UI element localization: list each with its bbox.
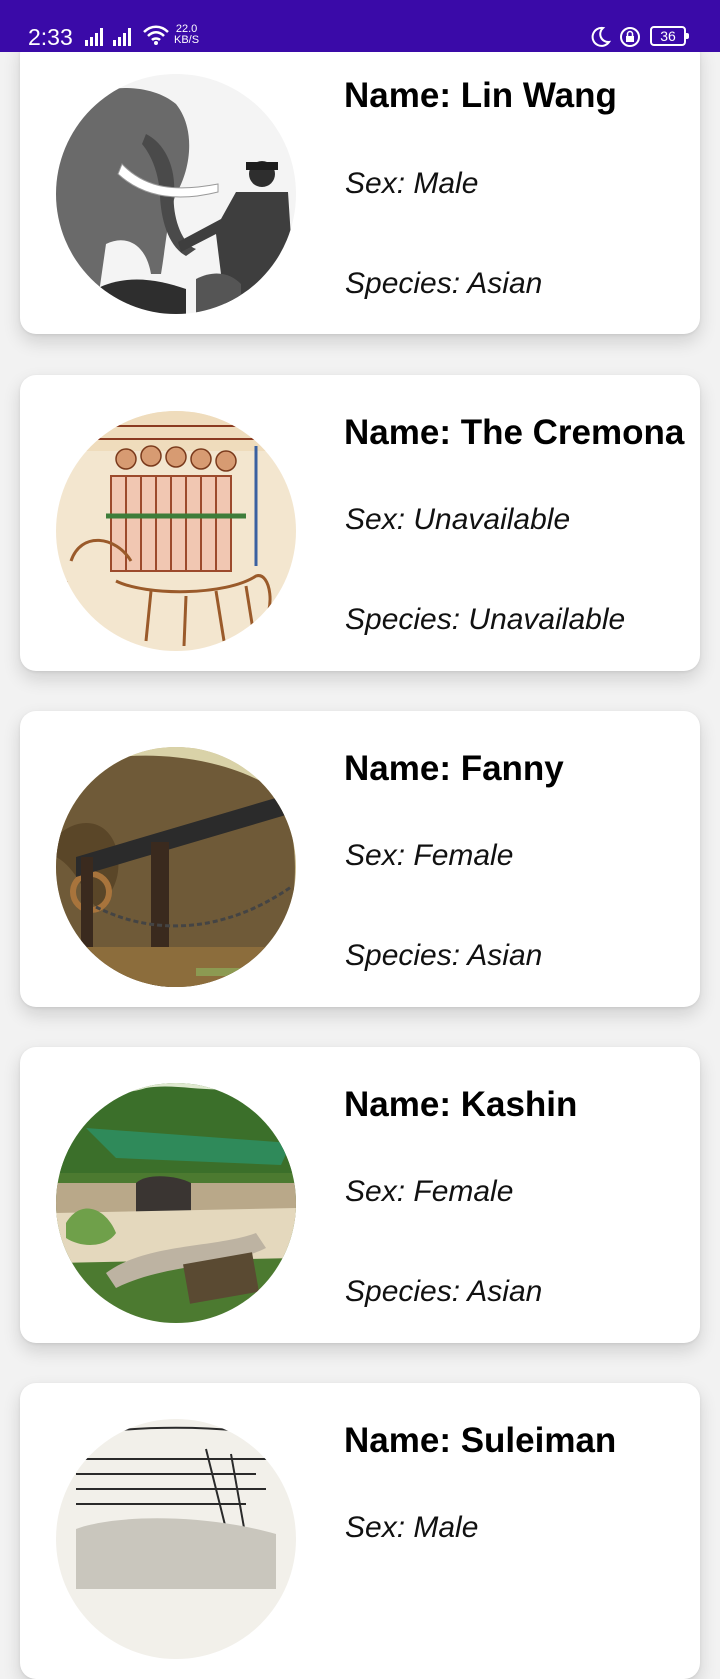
elephant-card[interactable]: Name: Fanny Sex: Female Species: Asian bbox=[20, 711, 700, 1007]
elephant-card[interactable]: Name: Kashin Sex: Female Species: Asian bbox=[20, 1047, 700, 1343]
elephant-species: Species: Asian bbox=[345, 939, 543, 972]
network-speed-unit: KB/S bbox=[174, 34, 200, 46]
elephant-species: Species: Asian bbox=[345, 267, 543, 300]
status-bar: 2:33 22.0 KB/S 36 bbox=[0, 0, 720, 52]
elephant-name: Name: Lin Wang bbox=[344, 76, 617, 115]
elephant-sex: Sex: Female bbox=[345, 839, 514, 872]
elephant-photo bbox=[56, 747, 296, 987]
elephant-sex: Sex: Female bbox=[345, 1175, 514, 1208]
wifi-icon bbox=[142, 24, 170, 46]
signal-icon bbox=[113, 28, 135, 46]
elephant-card[interactable]: Name: Lin Wang Sex: Male Species: Asian bbox=[20, 38, 700, 334]
battery-icon: 36 bbox=[650, 26, 686, 46]
elephant-sex: Sex: Male bbox=[345, 167, 479, 200]
rotation-lock-icon bbox=[619, 26, 641, 48]
elephant-species: Species: Asian bbox=[345, 1275, 543, 1308]
elephant-list[interactable]: Name: Lin Wang Sex: Male Species: Asian bbox=[0, 0, 720, 1679]
elephant-sex: Sex: Male bbox=[345, 1511, 479, 1544]
elephant-photo bbox=[56, 74, 296, 314]
do-not-disturb-icon bbox=[589, 26, 612, 48]
elephant-photo bbox=[56, 1083, 296, 1323]
elephant-photo bbox=[56, 1419, 296, 1659]
elephant-species: Species: Unavailable bbox=[345, 603, 626, 636]
elephant-name: Name: Fanny bbox=[344, 749, 564, 788]
elephant-sex: Sex: Unavailable bbox=[345, 503, 571, 536]
status-time: 2:33 bbox=[28, 24, 73, 50]
signal-icon bbox=[85, 28, 107, 46]
elephant-name: Name: Kashin bbox=[344, 1085, 578, 1124]
battery-tip bbox=[686, 33, 689, 39]
elephant-name: Name: The Cremona bbox=[344, 413, 685, 452]
network-speed: 22.0 KB/S bbox=[174, 24, 199, 46]
elephant-photo bbox=[56, 411, 296, 651]
elephant-card[interactable]: Name: The Cremona Sex: Unavailable Speci… bbox=[20, 375, 700, 671]
elephant-name: Name: Suleiman bbox=[344, 1421, 617, 1460]
elephant-card[interactable]: Name: Suleiman Sex: Male bbox=[20, 1383, 700, 1679]
